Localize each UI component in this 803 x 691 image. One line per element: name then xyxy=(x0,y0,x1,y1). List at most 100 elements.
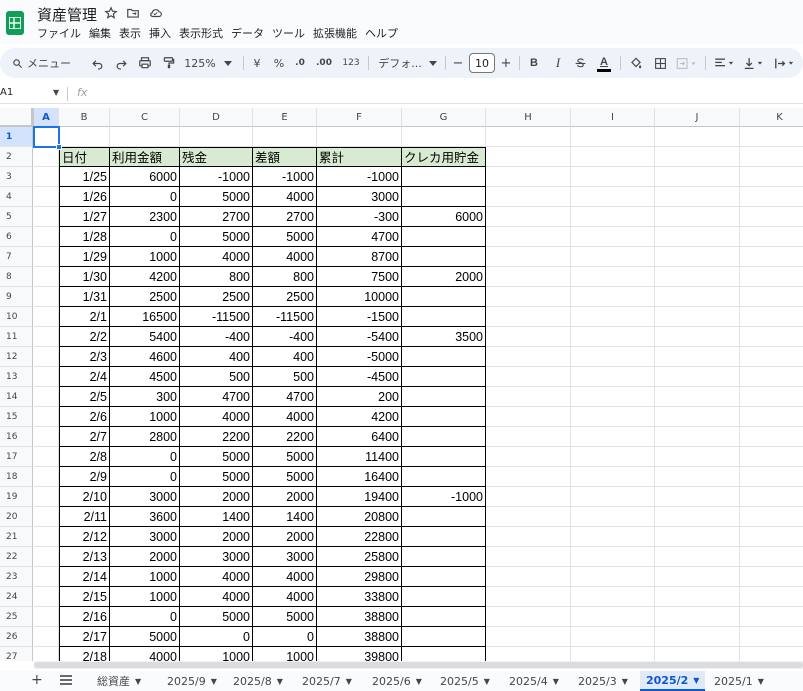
cell-c5[interactable]: 2300 xyxy=(110,207,180,227)
cell-d5[interactable]: 2700 xyxy=(180,207,253,227)
column-header-d[interactable]: D xyxy=(180,108,253,127)
menu-edit[interactable]: 編集 xyxy=(89,25,115,41)
cell-f22[interactable]: 25800 xyxy=(317,547,402,567)
cell-g9[interactable] xyxy=(402,287,486,307)
cell-a10[interactable] xyxy=(34,307,59,327)
sheet-tab[interactable]: 2025/3 ▼ xyxy=(572,671,634,691)
paint-format-button[interactable] xyxy=(160,48,178,78)
cell-k7[interactable] xyxy=(740,247,803,267)
cell-b17[interactable]: 2/8 xyxy=(59,447,110,467)
cell-i4[interactable] xyxy=(571,187,655,207)
cell-c20[interactable]: 3600 xyxy=(110,507,180,527)
cell-h19[interactable] xyxy=(486,487,571,507)
cell-b3[interactable]: 1/25 xyxy=(59,167,110,187)
cell-h13[interactable] xyxy=(486,367,571,387)
cell-k9[interactable] xyxy=(740,287,803,307)
cell-g3[interactable] xyxy=(402,167,486,187)
row-header-22[interactable]: 22 xyxy=(0,547,33,567)
cell-k13[interactable] xyxy=(740,367,803,387)
cell-e24[interactable]: 4000 xyxy=(253,587,317,607)
cell-j13[interactable] xyxy=(655,367,740,387)
cell-a14[interactable] xyxy=(34,387,59,407)
cell-d2[interactable]: 残金 xyxy=(180,147,253,167)
cell-b23[interactable]: 2/14 xyxy=(59,567,110,587)
document-title[interactable]: 資産管理 xyxy=(37,4,97,25)
cell-b19[interactable]: 2/10 xyxy=(59,487,110,507)
cell-d18[interactable]: 5000 xyxy=(180,467,253,487)
cell-i1[interactable] xyxy=(571,127,655,147)
cell-i15[interactable] xyxy=(571,407,655,427)
cell-d9[interactable]: 2500 xyxy=(180,287,253,307)
cell-j23[interactable] xyxy=(655,567,740,587)
cloud-status-icon[interactable] xyxy=(148,5,164,21)
cell-k19[interactable] xyxy=(740,487,803,507)
cell-e4[interactable]: 4000 xyxy=(253,187,317,207)
cell-c13[interactable]: 4500 xyxy=(110,367,180,387)
cell-i25[interactable] xyxy=(571,607,655,627)
column-header-g[interactable]: G xyxy=(402,108,486,127)
cell-e20[interactable]: 1400 xyxy=(253,507,317,527)
cell-c19[interactable]: 3000 xyxy=(110,487,180,507)
cell-a13[interactable] xyxy=(34,367,59,387)
column-header-e[interactable]: E xyxy=(253,108,317,127)
cell-i7[interactable] xyxy=(571,247,655,267)
cell-h4[interactable] xyxy=(486,187,571,207)
cell-e17[interactable]: 5000 xyxy=(253,447,317,467)
cell-j3[interactable] xyxy=(655,167,740,187)
select-all-corner[interactable] xyxy=(0,108,35,129)
cell-a27[interactable] xyxy=(34,647,59,661)
cell-c3[interactable]: 6000 xyxy=(110,167,180,187)
horizontal-align-button[interactable] xyxy=(712,48,738,78)
cell-j17[interactable] xyxy=(655,447,740,467)
merge-cells-button[interactable] xyxy=(674,48,700,78)
cell-i26[interactable] xyxy=(571,627,655,647)
zoom-label[interactable]: 125% xyxy=(184,48,216,78)
row-header-10[interactable]: 10 xyxy=(0,307,33,327)
cell-d21[interactable]: 2000 xyxy=(180,527,253,547)
name-box-dropdown-icon[interactable]: ▼ xyxy=(53,88,59,97)
cell-a16[interactable] xyxy=(34,427,59,447)
cell-i12[interactable] xyxy=(571,347,655,367)
cell-i8[interactable] xyxy=(571,267,655,287)
cell-h18[interactable] xyxy=(486,467,571,487)
italic-button[interactable]: I xyxy=(551,48,565,78)
cell-b5[interactable]: 1/27 xyxy=(59,207,110,227)
cell-c14[interactable]: 300 xyxy=(110,387,180,407)
cell-e8[interactable]: 800 xyxy=(253,267,317,287)
cell-k20[interactable] xyxy=(740,507,803,527)
cell-c11[interactable]: 5400 xyxy=(110,327,180,347)
horizontal-scrollbar[interactable] xyxy=(34,661,803,669)
cell-a2[interactable] xyxy=(34,147,59,167)
cell-f14[interactable]: 200 xyxy=(317,387,402,407)
cell-h8[interactable] xyxy=(486,267,571,287)
cell-k18[interactable] xyxy=(740,467,803,487)
cell-j20[interactable] xyxy=(655,507,740,527)
cell-i2[interactable] xyxy=(571,147,655,167)
cell-e7[interactable]: 4000 xyxy=(253,247,317,267)
cell-i17[interactable] xyxy=(571,447,655,467)
cell-e11[interactable]: -400 xyxy=(253,327,317,347)
cell-e22[interactable]: 3000 xyxy=(253,547,317,567)
chevron-down-icon[interactable]: ▼ xyxy=(758,677,764,686)
cell-e25[interactable]: 5000 xyxy=(253,607,317,627)
cell-a26[interactable] xyxy=(34,627,59,647)
cell-d27[interactable]: 1000 xyxy=(180,647,253,661)
cell-h2[interactable] xyxy=(486,147,571,167)
cell-a9[interactable] xyxy=(34,287,59,307)
cell-h15[interactable] xyxy=(486,407,571,427)
chevron-down-icon[interactable]: ▼ xyxy=(622,677,628,686)
cell-i19[interactable] xyxy=(571,487,655,507)
fill-handle[interactable] xyxy=(56,144,62,150)
cell-i13[interactable] xyxy=(571,367,655,387)
cell-f15[interactable]: 4200 xyxy=(317,407,402,427)
cell-d13[interactable]: 500 xyxy=(180,367,253,387)
increase-decimal-button[interactable]: .00 xyxy=(314,48,334,78)
cell-j14[interactable] xyxy=(655,387,740,407)
cell-g24[interactable] xyxy=(402,587,486,607)
cell-g27[interactable] xyxy=(402,647,486,661)
cell-d16[interactable]: 2200 xyxy=(180,427,253,447)
cell-d12[interactable]: 400 xyxy=(180,347,253,367)
cell-c21[interactable]: 3000 xyxy=(110,527,180,547)
cell-e5[interactable]: 2700 xyxy=(253,207,317,227)
cell-h22[interactable] xyxy=(486,547,571,567)
